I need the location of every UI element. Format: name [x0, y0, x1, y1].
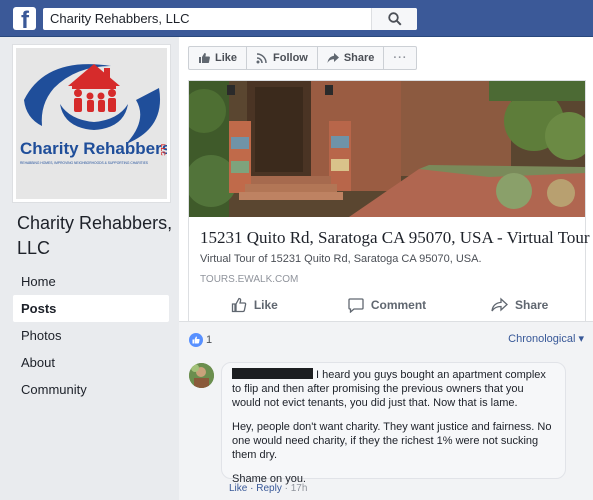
link-title[interactable]: 15231 Quito Rd, Saratoga CA 95070, USA -… — [200, 228, 590, 248]
post-card: Like Follow Share ··· 15231 Quito Rd, Sa… — [179, 37, 593, 500]
thumbs-up-icon — [231, 297, 247, 313]
svg-text:LLC: LLC — [159, 144, 165, 156]
comment-button[interactable]: Comment — [321, 291, 454, 319]
page-title: Charity Rehabbers, LLC — [17, 213, 173, 258]
share-button[interactable]: Share — [453, 291, 586, 319]
house-entrance-photo — [189, 81, 585, 217]
comment-actions: Like · Reply · 17h — [229, 483, 308, 494]
nav-item-photos[interactable]: Photos — [13, 322, 169, 349]
comment-like-link[interactable]: Like — [229, 483, 247, 494]
facebook-logo-icon[interactable]: f — [13, 7, 36, 30]
nav-item-about[interactable]: About — [13, 349, 169, 376]
comment-bubble: I heard you guys bought an apartment com… — [221, 362, 566, 485]
page-nav: Home Posts Photos About Community — [13, 268, 169, 403]
nav-item-posts[interactable]: Posts — [13, 295, 169, 322]
profile-picture[interactable]: Charity Rehabbers LLC REHABBING HOMES, I… — [12, 44, 171, 203]
share-arrow-icon — [491, 297, 508, 312]
comments-section: 1 Chronological ▾ I heard you guys bough… — [179, 322, 593, 500]
share-arrow-icon — [327, 53, 339, 63]
page-follow-button[interactable]: Follow — [246, 46, 318, 70]
top-bar: f Charity Rehabbers, LLC — [0, 0, 593, 37]
page-like-button[interactable]: Like — [188, 46, 248, 70]
page-logo: Charity Rehabbers LLC REHABBING HOMES, I… — [16, 48, 167, 199]
like-reaction-icon — [189, 333, 203, 347]
thumbs-up-icon — [199, 53, 210, 63]
comment-bubble-icon — [348, 298, 364, 313]
link-domain: TOURS.EWALK.COM — [200, 274, 299, 285]
search-input[interactable]: Charity Rehabbers, LLC — [50, 11, 189, 26]
link-preview[interactable]: 15231 Quito Rd, Saratoga CA 95070, USA -… — [188, 80, 590, 324]
nav-item-community[interactable]: Community — [13, 376, 169, 403]
comment-timestamp[interactable]: 17h — [291, 483, 308, 494]
logo-graphic: Charity Rehabbers LLC REHABBING HOMES, I… — [16, 48, 167, 199]
nav-item-home[interactable]: Home — [13, 268, 169, 295]
link-description: Virtual Tour of 15231 Quito Rd, Saratoga… — [200, 253, 482, 265]
comment-sort-dropdown[interactable]: Chronological ▾ — [508, 332, 584, 345]
more-options-button[interactable]: ··· — [383, 46, 418, 70]
avatar[interactable] — [189, 363, 214, 388]
link-preview-image[interactable] — [189, 81, 585, 217]
logo-text: Charity Rehabbers — [20, 139, 167, 158]
page-action-buttons: Like Follow Share ··· — [188, 46, 418, 70]
comment-text-2: Hey, people don't want charity. They wan… — [232, 421, 552, 461]
redacted-author-name — [232, 368, 313, 379]
rss-follow-icon — [256, 53, 267, 64]
reaction-bar: Like Comment Share — [188, 291, 586, 319]
like-summary[interactable]: 1 — [189, 333, 212, 347]
comment-reply-link[interactable]: Reply — [256, 483, 282, 494]
like-button[interactable]: Like — [188, 291, 321, 319]
search-icon — [388, 12, 402, 26]
svg-text:REHABBING HOMES, IMPROVING NEI: REHABBING HOMES, IMPROVING NEIGHBORHOODS… — [20, 161, 149, 165]
search-bar[interactable]: Charity Rehabbers, LLC — [43, 8, 417, 30]
page-share-button[interactable]: Share — [316, 46, 385, 70]
search-button[interactable] — [371, 8, 417, 30]
